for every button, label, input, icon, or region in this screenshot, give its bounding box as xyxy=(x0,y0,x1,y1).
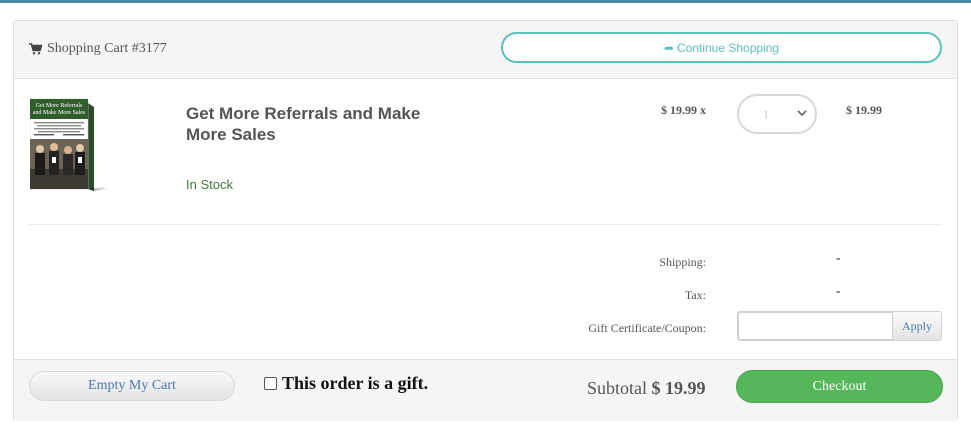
product-title[interactable]: Get More Referrals and Make More Sales xyxy=(186,103,456,145)
top-accent-bar xyxy=(0,0,971,3)
empty-cart-button[interactable]: Empty My Cart xyxy=(29,371,235,401)
stock-status: In Stock xyxy=(186,177,233,192)
cart-title-text: Shopping Cart #3177 xyxy=(47,41,167,56)
cart-panel: Shopping Cart #3177 ➦ Continue Shopping … xyxy=(13,20,958,421)
product-cover-image[interactable]: Get More Referrals and Make More Sales xyxy=(30,97,110,193)
unit-price: $ 19.99 x xyxy=(661,103,706,117)
gift-option: This order is a gift. xyxy=(264,373,428,394)
subtotal: Subtotal $ 19.99 xyxy=(587,378,706,399)
item-divider xyxy=(29,224,942,225)
tax-value: - xyxy=(836,283,841,298)
shopping-cart-icon xyxy=(29,43,42,55)
chevron-down-icon xyxy=(797,110,807,117)
apply-coupon-button[interactable]: Apply xyxy=(892,311,942,341)
quantity-value: 1 xyxy=(763,106,769,121)
line-total: $ 19.99 xyxy=(846,103,882,117)
shipping-value: - xyxy=(836,250,841,265)
continue-shopping-button[interactable]: ➦ Continue Shopping xyxy=(501,32,942,63)
share-arrow-icon: ➦ xyxy=(663,40,674,55)
subtotal-amount: $ 19.99 xyxy=(651,378,706,398)
cover-title-line-1: Get More Referrals xyxy=(36,102,83,109)
tax-label: Tax: xyxy=(684,288,706,302)
checkout-button[interactable]: Checkout xyxy=(736,370,943,403)
shipping-label: Shipping: xyxy=(659,255,706,269)
gift-label[interactable]: This order is a gift. xyxy=(282,373,428,394)
subtotal-label: Subtotal xyxy=(587,378,648,398)
gift-checkbox[interactable] xyxy=(264,377,277,390)
continue-shopping-label: Continue Shopping xyxy=(676,40,780,55)
cart-header: Shopping Cart #3177 ➦ Continue Shopping xyxy=(14,21,957,79)
cart-title: Shopping Cart #3177 xyxy=(29,41,167,57)
coupon-label: Gift Certificate/Coupon: xyxy=(588,321,706,335)
cart-footer: Empty My Cart This order is a gift. Subt… xyxy=(14,359,957,421)
quantity-select[interactable]: 1 xyxy=(737,94,817,134)
cover-title-line-2: and Make More Sales xyxy=(33,110,86,116)
coupon-input[interactable] xyxy=(737,311,894,341)
